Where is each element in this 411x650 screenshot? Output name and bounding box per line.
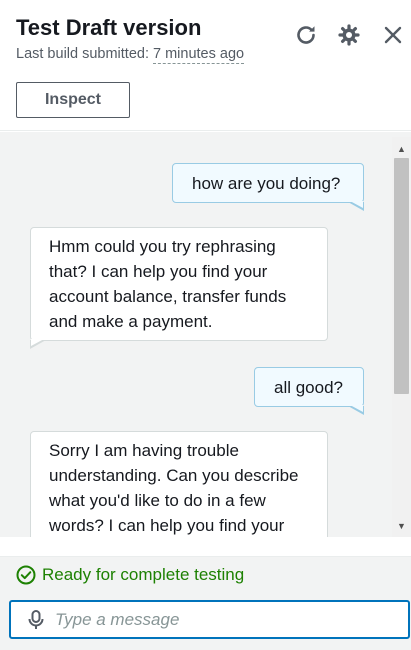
chat-transcript[interactable]: how are you doing? Hmm could you try rep…	[0, 132, 411, 537]
message-input-box[interactable]	[9, 600, 410, 639]
scroll-down-arrow-icon[interactable]: ▼	[392, 517, 411, 534]
user-message: all good?	[254, 367, 364, 407]
gear-icon[interactable]	[335, 21, 363, 49]
close-icon[interactable]	[379, 21, 407, 49]
user-message: how are you doing?	[172, 163, 364, 203]
build-age[interactable]: 7 minutes ago	[153, 46, 245, 64]
build-status-label: Last build submitted:	[16, 46, 149, 62]
scroll-up-arrow-icon[interactable]: ▲	[392, 140, 411, 157]
message-input[interactable]	[55, 606, 395, 633]
composer-area: Ready for complete testing	[0, 556, 411, 650]
bot-message: Hmm could you try rephrasing that? I can…	[30, 227, 328, 341]
chat-header: Test Draft version Last build submitted:…	[0, 0, 411, 131]
bot-message-tail-fill	[31, 339, 44, 346]
user-message-tail-fill	[350, 405, 363, 412]
message-text: how are you doing?	[192, 174, 341, 193]
check-circle-icon	[16, 565, 36, 585]
bot-message: Sorry I am having trouble understanding.…	[30, 431, 328, 537]
build-status: Last build submitted: 7 minutes ago	[16, 46, 245, 64]
refresh-icon[interactable]	[292, 21, 320, 49]
message-text: Hmm could you try rephrasing that? I can…	[49, 237, 287, 331]
chat-scrollbar[interactable]: ▲ ▼	[392, 137, 411, 537]
microphone-icon[interactable]	[27, 610, 45, 635]
message-text: all good?	[274, 378, 344, 397]
user-message-tail-fill	[350, 201, 363, 208]
page-title: Test Draft version	[16, 15, 202, 40]
message-text: Sorry I am having trouble understanding.…	[49, 441, 299, 535]
inspect-button[interactable]: Inspect	[16, 82, 130, 118]
status-text: Ready for complete testing	[42, 565, 245, 584]
status-indicator: Ready for complete testing	[16, 565, 244, 585]
scroll-thumb[interactable]	[394, 158, 409, 394]
